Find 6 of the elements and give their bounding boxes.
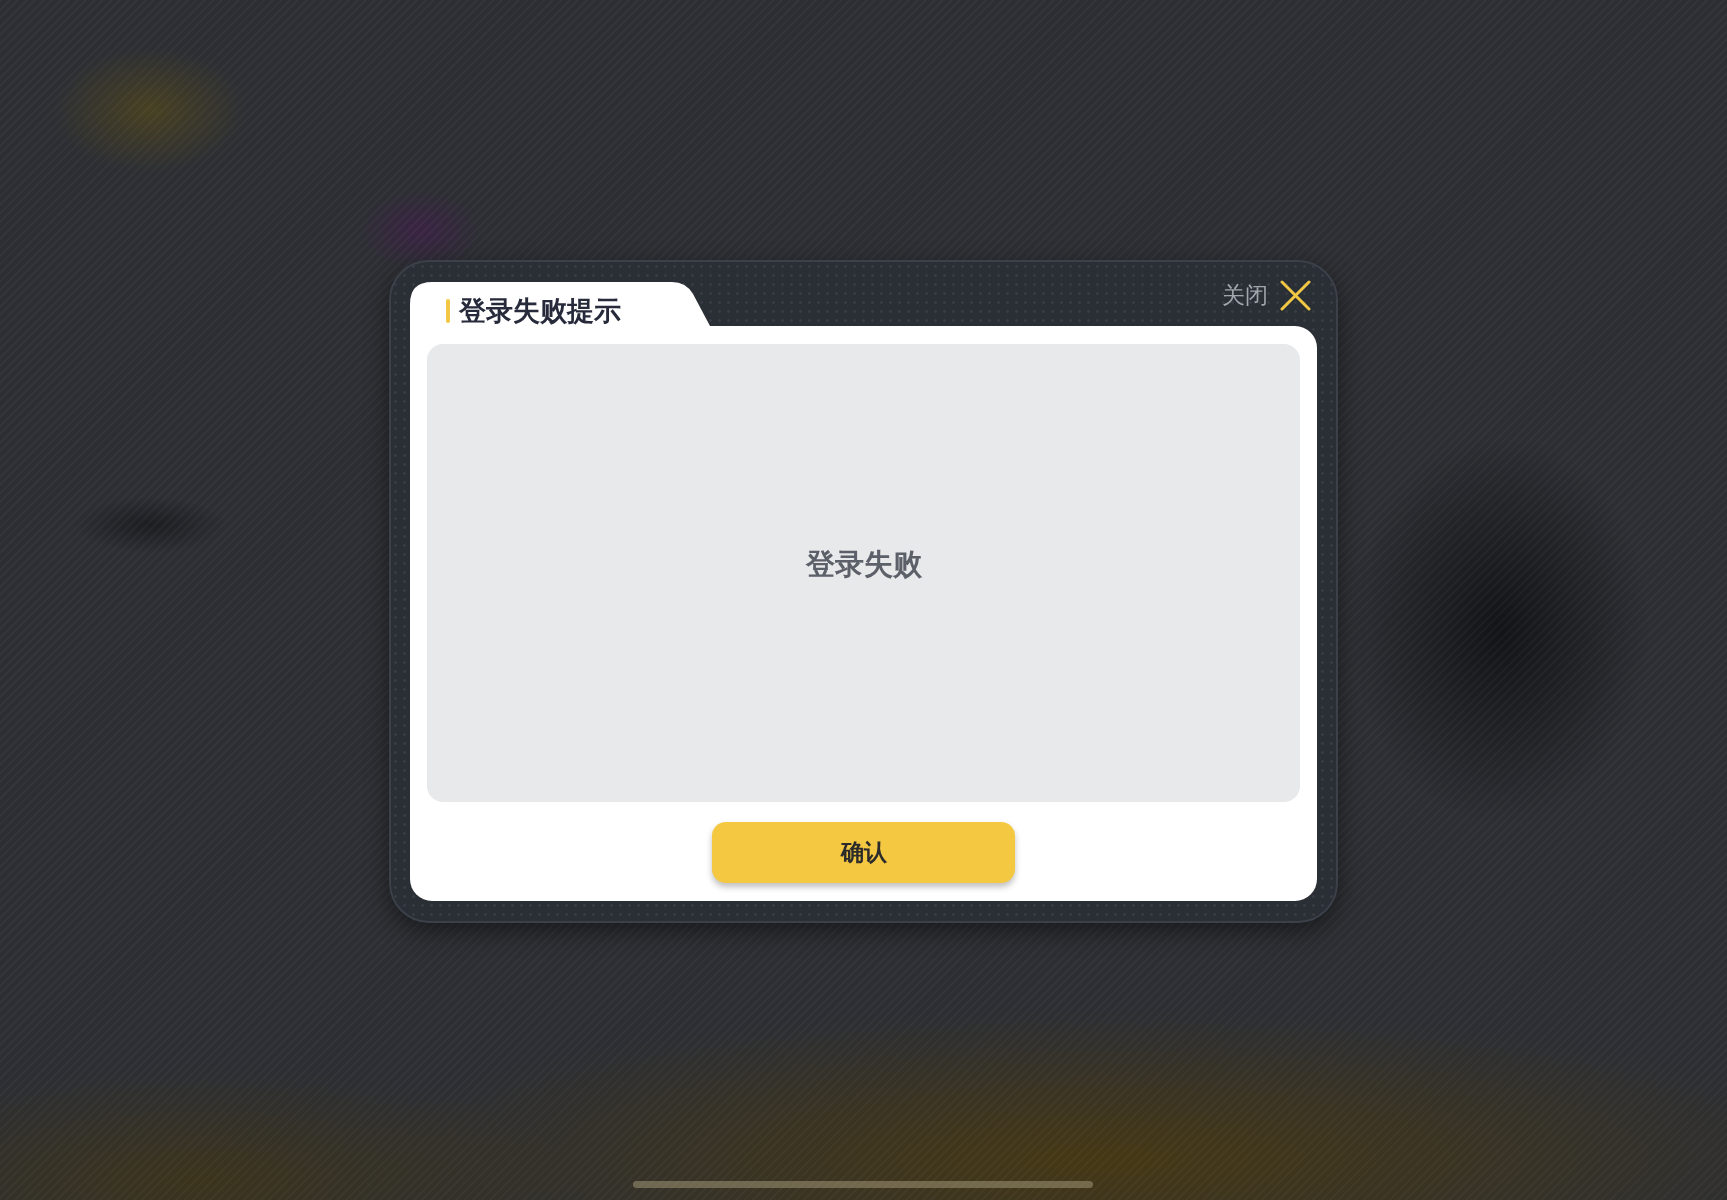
close-icon <box>1280 280 1311 311</box>
error-message: 登录失败 <box>805 546 922 584</box>
confirm-button[interactable]: 确认 <box>712 822 1015 883</box>
close-button[interactable]: 关闭 <box>1222 280 1311 311</box>
accent-bar-icon <box>446 299 450 323</box>
dialog-title: 登录失败提示 <box>459 294 621 328</box>
